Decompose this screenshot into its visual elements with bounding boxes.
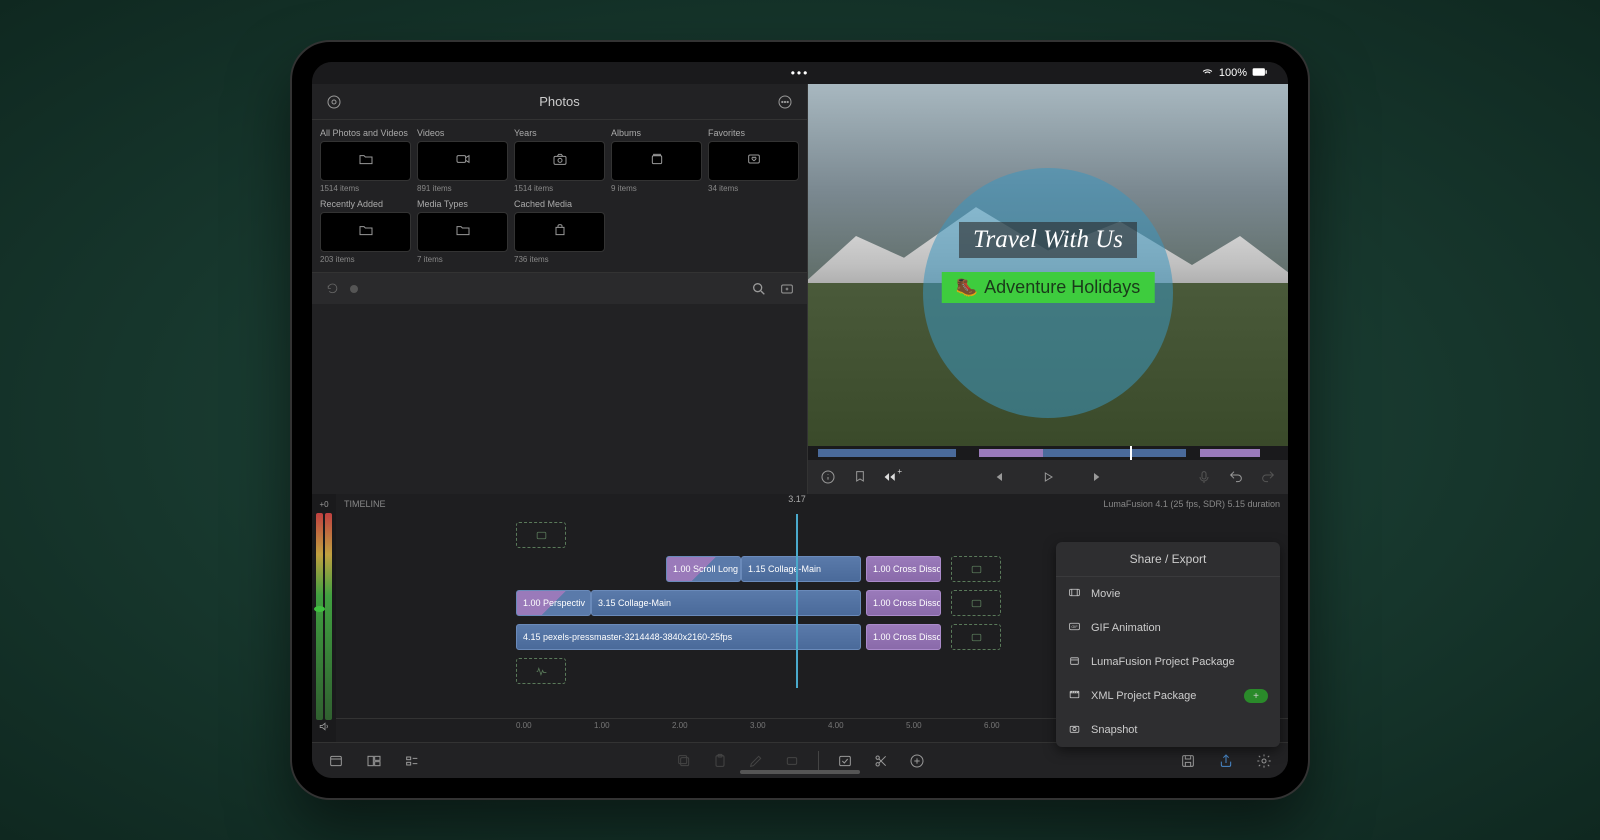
preview-panel: Travel With Us 🥾 Adventure Holidays bbox=[807, 84, 1288, 494]
save-icon[interactable] bbox=[1178, 751, 1198, 771]
export-snapshot[interactable]: Snapshot bbox=[1056, 713, 1280, 747]
media-panel-title: Photos bbox=[344, 94, 775, 109]
edit-icon bbox=[746, 751, 766, 771]
project-icon[interactable] bbox=[326, 751, 346, 771]
speaker-icon[interactable] bbox=[316, 720, 332, 736]
screen: ••• 100% Photos bbox=[312, 62, 1288, 778]
media-library-panel: Photos All Photos and Videos 1514 items … bbox=[312, 84, 807, 494]
settings-icon[interactable] bbox=[324, 92, 344, 112]
clip[interactable]: 4.15 pexels-pressmaster-3214448-3840x216… bbox=[516, 624, 861, 650]
clip[interactable]: 1.00 Cross Disso bbox=[866, 556, 941, 582]
clip[interactable]: 1.00 Cross Disso bbox=[866, 624, 941, 650]
more-options-icon[interactable] bbox=[775, 92, 795, 112]
battery-percent: 100% bbox=[1219, 67, 1247, 79]
media-favorites[interactable]: Favorites 34 items bbox=[708, 128, 799, 193]
media-videos[interactable]: Videos 891 items bbox=[417, 128, 508, 193]
boot-icon: 🥾 bbox=[956, 277, 978, 298]
copy-icon bbox=[674, 751, 694, 771]
crop-icon bbox=[782, 751, 802, 771]
xml-icon bbox=[1068, 688, 1081, 704]
scissors-icon[interactable] bbox=[871, 751, 891, 771]
add-icon[interactable] bbox=[907, 751, 927, 771]
video-icon bbox=[455, 151, 471, 172]
heart-icon bbox=[746, 151, 762, 172]
media-recently-added[interactable]: Recently Added 203 items bbox=[320, 199, 411, 264]
export-gif[interactable]: GIF GIF Animation bbox=[1056, 611, 1280, 645]
wifi-icon bbox=[1201, 65, 1214, 81]
redo-icon bbox=[1258, 467, 1278, 487]
overlay-title: Travel With Us bbox=[959, 222, 1137, 258]
search-icon[interactable] bbox=[749, 279, 769, 299]
overlay-subtitle: 🥾 Adventure Holidays bbox=[942, 272, 1155, 303]
folder-icon bbox=[455, 222, 471, 243]
export-title: Share / Export bbox=[1056, 542, 1280, 577]
media-types[interactable]: Media Types 7 items bbox=[417, 199, 508, 264]
media-years[interactable]: Years 1514 items bbox=[514, 128, 605, 193]
drop-zone[interactable] bbox=[951, 590, 1001, 616]
multitask-dots[interactable]: ••• bbox=[791, 66, 810, 80]
clip[interactable]: 3.15 Collage-Main bbox=[591, 590, 861, 616]
media-albums[interactable]: Albums 9 items bbox=[611, 128, 702, 193]
camera-icon bbox=[552, 151, 568, 172]
view-icon[interactable] bbox=[402, 751, 422, 771]
drop-zone[interactable] bbox=[516, 522, 566, 548]
home-indicator[interactable] bbox=[740, 770, 860, 774]
preview-viewport[interactable]: Travel With Us 🥾 Adventure Holidays bbox=[808, 84, 1288, 446]
share-icon[interactable] bbox=[1216, 751, 1236, 771]
timeline-info: LumaFusion 4.1 (25 fps, SDR) 5.15 durati… bbox=[1103, 499, 1280, 509]
gear-icon[interactable] bbox=[1254, 751, 1274, 771]
skip-start-icon[interactable] bbox=[988, 467, 1008, 487]
status-dot bbox=[350, 285, 358, 293]
package-icon bbox=[1068, 654, 1081, 670]
export-movie[interactable]: Movie bbox=[1056, 577, 1280, 611]
folder-icon bbox=[358, 151, 374, 172]
clip[interactable]: 1.00 Scroll Long bbox=[666, 556, 741, 582]
snapshot-icon bbox=[1068, 722, 1081, 738]
tablet-frame: ••• 100% Photos bbox=[290, 40, 1310, 800]
plus-badge: + bbox=[1244, 689, 1268, 703]
mic-icon bbox=[1194, 467, 1214, 487]
media-cached[interactable]: Cached Media 736 items bbox=[514, 199, 605, 264]
import-icon[interactable] bbox=[777, 279, 797, 299]
playhead[interactable] bbox=[796, 514, 798, 688]
media-all-photos[interactable]: All Photos and Videos 1514 items bbox=[320, 128, 411, 193]
drop-zone[interactable] bbox=[951, 556, 1001, 582]
clip[interactable]: 1.00 Perspectiv bbox=[516, 590, 591, 616]
export-panel: Share / Export Movie GIF GIF Animation L… bbox=[1056, 542, 1280, 747]
info-icon[interactable] bbox=[818, 467, 838, 487]
skip-end-icon[interactable] bbox=[1088, 467, 1108, 487]
battery-icon bbox=[1252, 64, 1268, 83]
check-icon[interactable] bbox=[835, 751, 855, 771]
play-icon[interactable] bbox=[1038, 467, 1058, 487]
refresh-icon[interactable] bbox=[322, 279, 342, 299]
movie-icon bbox=[1068, 586, 1081, 602]
svg-text:GIF: GIF bbox=[1071, 625, 1078, 629]
clip[interactable]: 1.00 Cross Disso bbox=[866, 590, 941, 616]
undo-icon[interactable] bbox=[1226, 467, 1246, 487]
drop-zone[interactable] bbox=[951, 624, 1001, 650]
export-lumafusion[interactable]: LumaFusion Project Package bbox=[1056, 645, 1280, 679]
layout-icon[interactable] bbox=[364, 751, 384, 771]
status-bar: ••• 100% bbox=[312, 62, 1288, 84]
marker-icon[interactable] bbox=[850, 467, 870, 487]
timeline-label: TIMELINE bbox=[344, 499, 386, 509]
folder-icon bbox=[358, 222, 374, 243]
export-xml[interactable]: XML Project Package + bbox=[1056, 679, 1280, 713]
clip[interactable]: 1.15 Collage-Main bbox=[741, 556, 861, 582]
audio-drop-zone[interactable] bbox=[516, 658, 566, 684]
rewind-icon[interactable]: + bbox=[882, 467, 902, 487]
package-icon bbox=[552, 222, 568, 243]
audio-meter: +0 bbox=[312, 494, 336, 742]
paste-icon bbox=[710, 751, 730, 771]
album-icon bbox=[649, 151, 665, 172]
gif-icon: GIF bbox=[1068, 620, 1081, 636]
preview-scrubber[interactable] bbox=[808, 446, 1288, 460]
